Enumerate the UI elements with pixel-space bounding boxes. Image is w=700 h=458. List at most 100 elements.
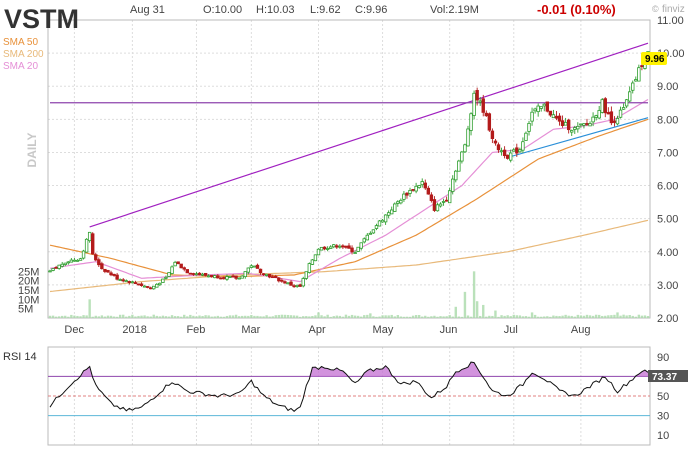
volume-bar	[503, 315, 506, 318]
volume-bar	[73, 315, 76, 318]
volume-bar	[561, 315, 564, 318]
volume-bar	[201, 315, 204, 318]
price-tick-label: 11.00	[657, 15, 684, 27]
volume-bar	[207, 315, 210, 318]
candle-body	[518, 149, 522, 153]
volume-bar	[427, 316, 430, 318]
candle-body	[185, 269, 189, 274]
candle-body	[621, 107, 626, 110]
volume-tick-label: 5M	[18, 304, 33, 316]
candle-body	[240, 275, 244, 279]
volume-bar	[57, 316, 61, 318]
volume-bar	[204, 315, 207, 318]
last-price-label: 9.96	[645, 54, 665, 65]
volume-bar	[530, 312, 534, 318]
candle-body	[139, 283, 144, 286]
candle-body	[258, 268, 263, 273]
candle-body	[377, 220, 382, 227]
candle-body	[48, 270, 52, 273]
candle-body	[60, 263, 64, 267]
volume-bar	[344, 314, 348, 318]
candle-body	[557, 115, 562, 122]
volume-bar	[253, 315, 256, 318]
candle-body	[280, 279, 284, 282]
candle-body	[420, 181, 424, 186]
volume-bar	[88, 299, 91, 318]
volume-bar	[613, 314, 616, 318]
rsi-title: RSI 14	[3, 351, 37, 363]
volume-bar	[179, 316, 183, 318]
candle-body	[594, 115, 598, 118]
candle-body	[231, 275, 235, 278]
candle-body	[97, 259, 101, 266]
volume-bar	[70, 314, 73, 318]
volume-bar	[439, 316, 442, 318]
candle-body	[383, 214, 388, 223]
candle-body	[274, 275, 278, 278]
volume-bar	[353, 315, 357, 318]
candle-body	[319, 246, 324, 251]
volume-bar	[320, 315, 323, 318]
volume-bar	[210, 316, 213, 318]
volume-bar	[314, 315, 317, 318]
brand-logo: finviz	[662, 4, 685, 15]
volume-bar	[298, 316, 302, 318]
volume-bar	[137, 315, 140, 318]
candle-body	[176, 261, 180, 265]
candle-body	[432, 199, 437, 211]
volume-bar	[460, 316, 464, 318]
volume-bar	[292, 315, 296, 318]
candle-body	[182, 267, 186, 270]
candle-body	[63, 262, 67, 265]
candle-body	[603, 98, 607, 114]
candle-body	[365, 234, 370, 241]
candle-body	[210, 274, 214, 278]
candle-body	[118, 279, 122, 281]
volume-bar	[100, 315, 104, 318]
month-tick-label: Jun	[440, 324, 458, 336]
candle-body	[94, 254, 98, 261]
volume-bar	[601, 315, 604, 318]
month-tick-label: 2018	[122, 324, 146, 336]
header-low: L:9.62	[310, 4, 341, 16]
candle-body	[493, 140, 498, 144]
volume-bar	[393, 316, 396, 318]
candle-body	[390, 209, 394, 215]
candle-body	[298, 284, 302, 287]
candle-body	[103, 268, 107, 272]
candle-body	[411, 189, 415, 191]
volume-bar	[64, 315, 67, 318]
legend-sma20: SMA 20	[3, 61, 38, 72]
candle-body	[152, 285, 156, 290]
volume-bar	[582, 315, 586, 318]
volume-bar	[115, 316, 119, 318]
volume-bar	[469, 316, 473, 318]
volume-bar	[347, 315, 351, 318]
candle-body	[521, 141, 525, 151]
volume-bar	[54, 316, 58, 318]
candle-body	[429, 194, 434, 201]
candle-body	[347, 245, 351, 249]
sma20-line	[49, 98, 649, 283]
candle-body	[289, 281, 293, 286]
volume-bar	[122, 314, 125, 318]
candle-body	[615, 118, 620, 125]
volume-bar	[82, 315, 85, 318]
candle-body	[505, 154, 510, 159]
volume-bar	[631, 315, 634, 318]
candle-body	[362, 238, 366, 243]
volume-bar	[445, 316, 448, 318]
volume-bar	[79, 316, 82, 318]
volume-bar	[85, 315, 88, 318]
chart-ylabel: DAILY	[25, 133, 39, 168]
volume-bar	[109, 315, 113, 318]
header-date: Aug 31	[130, 4, 165, 16]
candle-body	[570, 130, 574, 133]
volume-bar	[573, 316, 576, 318]
candle-body	[332, 244, 336, 248]
volume-bar	[555, 315, 558, 318]
volume-bar	[448, 315, 451, 318]
volume-bar	[616, 312, 619, 318]
price-tick-label: 2.00	[657, 313, 678, 325]
candle-body	[380, 219, 385, 223]
